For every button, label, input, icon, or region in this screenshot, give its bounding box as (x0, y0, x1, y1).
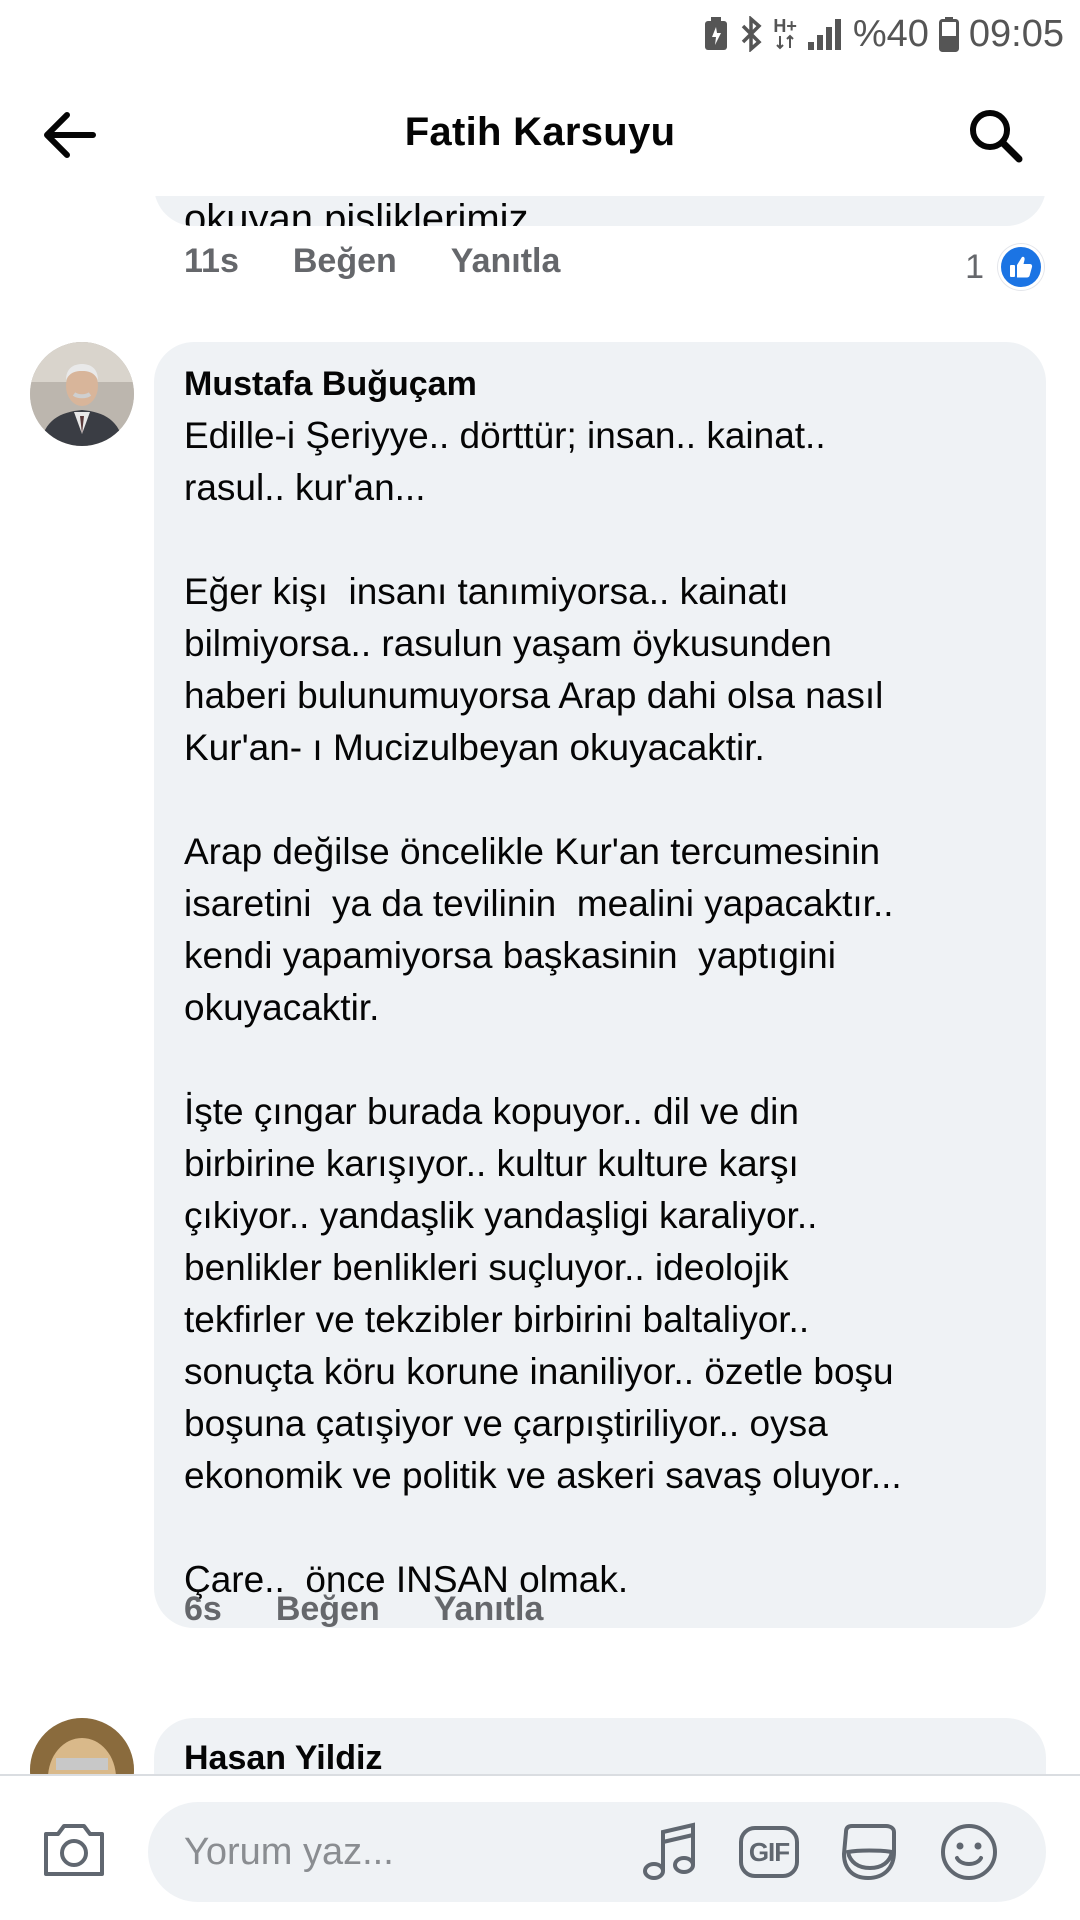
signal-icon (807, 14, 843, 54)
camera-button[interactable] (40, 1820, 108, 1880)
sticker-button[interactable] (836, 1819, 902, 1885)
search-icon (970, 110, 1023, 163)
previous-comment-text: okuyan pisliklerimiz. (184, 197, 540, 226)
avatar[interactable] (30, 1718, 134, 1774)
like-button[interactable]: Beğen (276, 1590, 380, 1629)
comment-composer: GIF (0, 1774, 1080, 1920)
next-comment-bubble[interactable]: Hasan Yildiz (154, 1718, 1046, 1774)
reply-button[interactable]: Yanıtla (451, 242, 561, 281)
gif-label: GIF (748, 1836, 790, 1867)
search-button[interactable] (960, 100, 1030, 170)
status-bar: H+ %40 09:05 (0, 0, 1080, 68)
header: Fatih Karsuyu (0, 68, 1080, 196)
comment-text: Edille-i Şeriyye.. dörttür; insan.. kain… (184, 415, 902, 1600)
gif-button[interactable]: GIF (736, 1819, 802, 1885)
reaction-count-value: 1 (965, 247, 984, 286)
reaction-count[interactable]: 1 (965, 244, 1044, 290)
comment-bubble[interactable]: Mustafa Buğuçam Edille-i Şeriyye.. dörtt… (154, 342, 1046, 1628)
arrow-left-icon (44, 112, 96, 158)
battery-percent: %40 (852, 12, 929, 55)
back-button[interactable] (34, 100, 104, 170)
comment-author[interactable]: Hasan Yildiz (184, 1736, 1016, 1774)
network-type-label: H+ (773, 16, 797, 36)
like-icon (998, 244, 1044, 290)
emoji-button[interactable] (936, 1819, 1002, 1885)
previous-comment-time: 11s (184, 242, 239, 280)
music-note-icon (643, 1822, 695, 1880)
page-title: Fatih Karsuyu (404, 109, 676, 154)
network-type-icon: H+ (773, 14, 797, 54)
battery-saver-icon (703, 14, 729, 54)
comment-actions: 6s Beğen Yanıtla (184, 1590, 597, 1629)
comment-author[interactable]: Mustafa Buğuçam (184, 362, 1016, 406)
previous-comment-actions: 11s Beğen Yanıtla (184, 242, 614, 281)
bluetooth-icon (739, 14, 763, 54)
battery-icon (938, 14, 959, 54)
like-button[interactable]: Beğen (293, 242, 397, 281)
comment-time: 6s (184, 1590, 222, 1628)
smiley-icon (941, 1824, 997, 1880)
avatar[interactable] (30, 342, 134, 446)
sticker-icon (841, 1824, 896, 1881)
comment-input[interactable] (182, 1829, 602, 1875)
composer-actions: GIF (636, 1802, 1002, 1902)
comment-input-wrapper: GIF (148, 1802, 1046, 1902)
reply-button[interactable]: Yanıtla (434, 1590, 544, 1629)
previous-comment-bubble: okuyan pisliklerimiz. (154, 196, 1046, 226)
camera-icon (44, 1824, 104, 1876)
status-time: 09:05 (968, 12, 1064, 55)
music-button[interactable] (636, 1819, 702, 1885)
comment-feed[interactable]: okuyan pisliklerimiz. 11s Beğen Yanıtla … (0, 196, 1080, 1774)
